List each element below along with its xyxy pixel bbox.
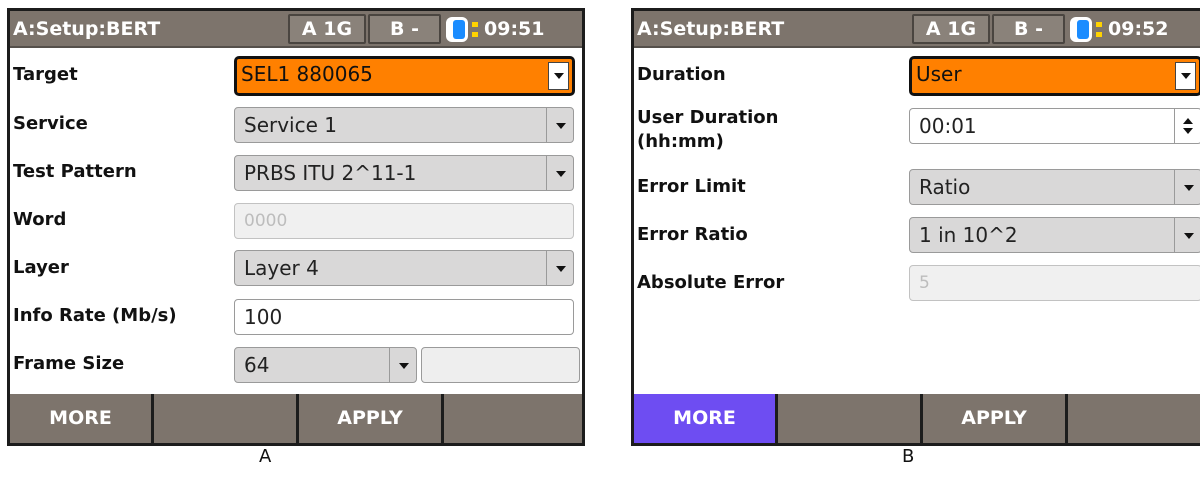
test-pattern-dropdown[interactable]: PRBS ITU 2^11-1 bbox=[234, 155, 574, 191]
softkey-bar: MORE APPLY bbox=[10, 394, 582, 443]
error-ratio-label: Error Ratio bbox=[637, 224, 748, 245]
chevron-down-icon[interactable] bbox=[389, 348, 416, 382]
layer-value: Layer 4 bbox=[244, 256, 319, 280]
panel-a-screen: A:Setup:BERT A 1G B - 09:51 Target SEL1 … bbox=[7, 8, 585, 446]
duration-value: User bbox=[916, 62, 962, 86]
absolute-error-label: Absolute Error bbox=[637, 272, 785, 293]
softkey-bar: MORE APPLY bbox=[634, 394, 1200, 443]
chevron-down-icon[interactable] bbox=[546, 156, 573, 190]
error-ratio-dropdown[interactable]: 1 in 10^2 bbox=[909, 217, 1200, 253]
frame-size-dropdown[interactable]: 64 bbox=[234, 347, 417, 383]
test-pattern-value: PRBS ITU 2^11-1 bbox=[244, 161, 417, 185]
increment-icon[interactable] bbox=[1183, 118, 1193, 124]
decrement-icon[interactable] bbox=[1183, 128, 1193, 134]
chevron-down-icon[interactable] bbox=[1175, 62, 1196, 90]
duration-dropdown[interactable]: User bbox=[909, 56, 1200, 96]
chevron-down-icon[interactable] bbox=[546, 108, 573, 142]
error-limit-value: Ratio bbox=[919, 175, 971, 199]
panel-b-screen: A:Setup:BERT A 1G B - 09:52 Duration Use… bbox=[631, 8, 1200, 446]
target-dropdown[interactable]: SEL1 880065 bbox=[234, 56, 575, 96]
chevron-down-icon[interactable] bbox=[1174, 170, 1200, 204]
frame-size-value: 64 bbox=[244, 353, 270, 377]
layer-label: Layer bbox=[13, 257, 69, 278]
word-input[interactable]: 0000 bbox=[234, 203, 574, 239]
clock: 09:51 bbox=[484, 18, 545, 40]
info-rate-label: Info Rate (Mb/s) bbox=[13, 305, 177, 326]
user-duration-unit-label: (hh:mm) bbox=[637, 131, 724, 152]
port-a-status[interactable]: A 1G bbox=[288, 14, 366, 44]
info-rate-value: 100 bbox=[244, 305, 283, 329]
target-value: SEL1 880065 bbox=[241, 62, 373, 86]
title-bar: A:Setup:BERT A 1G B - 09:51 bbox=[10, 11, 582, 48]
battery-status-icon bbox=[1070, 17, 1102, 42]
port-a-status[interactable]: A 1G bbox=[912, 14, 990, 44]
service-value: Service 1 bbox=[244, 113, 337, 137]
screen-title: A:Setup:BERT bbox=[637, 18, 785, 40]
user-duration-value: 00:01 bbox=[919, 114, 977, 138]
chevron-down-icon[interactable] bbox=[548, 62, 569, 90]
softkey-2[interactable] bbox=[778, 394, 920, 443]
service-dropdown[interactable]: Service 1 bbox=[234, 107, 574, 143]
word-label: Word bbox=[13, 209, 67, 230]
word-value: 0000 bbox=[244, 211, 288, 231]
softkey-4[interactable] bbox=[1068, 394, 1200, 443]
error-ratio-value: 1 in 10^2 bbox=[919, 223, 1018, 247]
screen-title: A:Setup:BERT bbox=[13, 18, 161, 40]
absolute-error-value: 5 bbox=[919, 273, 930, 293]
chevron-down-icon[interactable] bbox=[546, 251, 573, 285]
info-rate-input[interactable]: 100 bbox=[234, 299, 574, 335]
more-softkey[interactable]: MORE bbox=[634, 394, 775, 443]
service-label: Service bbox=[13, 113, 88, 134]
battery-status-icon bbox=[446, 17, 478, 42]
chevron-down-icon[interactable] bbox=[1174, 218, 1200, 252]
softkey-2[interactable] bbox=[154, 394, 296, 443]
clock: 09:52 bbox=[1108, 18, 1169, 40]
frame-size-extra-input[interactable] bbox=[421, 347, 580, 383]
user-duration-spinbox[interactable]: 00:01 bbox=[909, 108, 1200, 144]
layer-dropdown[interactable]: Layer 4 bbox=[234, 250, 574, 286]
spinner-arrows-icon[interactable] bbox=[1174, 109, 1200, 143]
port-b-status[interactable]: B - bbox=[368, 14, 441, 44]
absolute-error-input[interactable]: 5 bbox=[909, 265, 1200, 301]
frame-size-label: Frame Size bbox=[13, 353, 125, 374]
apply-softkey[interactable]: APPLY bbox=[923, 394, 1065, 443]
error-limit-label: Error Limit bbox=[637, 176, 746, 197]
panel-a-caption: A bbox=[259, 446, 272, 467]
softkey-4[interactable] bbox=[444, 394, 582, 443]
error-limit-dropdown[interactable]: Ratio bbox=[909, 169, 1200, 205]
target-label: Target bbox=[13, 64, 78, 85]
apply-softkey[interactable]: APPLY bbox=[299, 394, 441, 443]
panel-b-caption: B bbox=[902, 446, 915, 467]
more-softkey[interactable]: MORE bbox=[10, 394, 151, 443]
title-bar: A:Setup:BERT A 1G B - 09:52 bbox=[634, 11, 1200, 48]
test-pattern-label: Test Pattern bbox=[13, 161, 137, 182]
user-duration-label: User Duration bbox=[637, 107, 779, 128]
duration-label: Duration bbox=[637, 64, 726, 85]
port-b-status[interactable]: B - bbox=[992, 14, 1065, 44]
